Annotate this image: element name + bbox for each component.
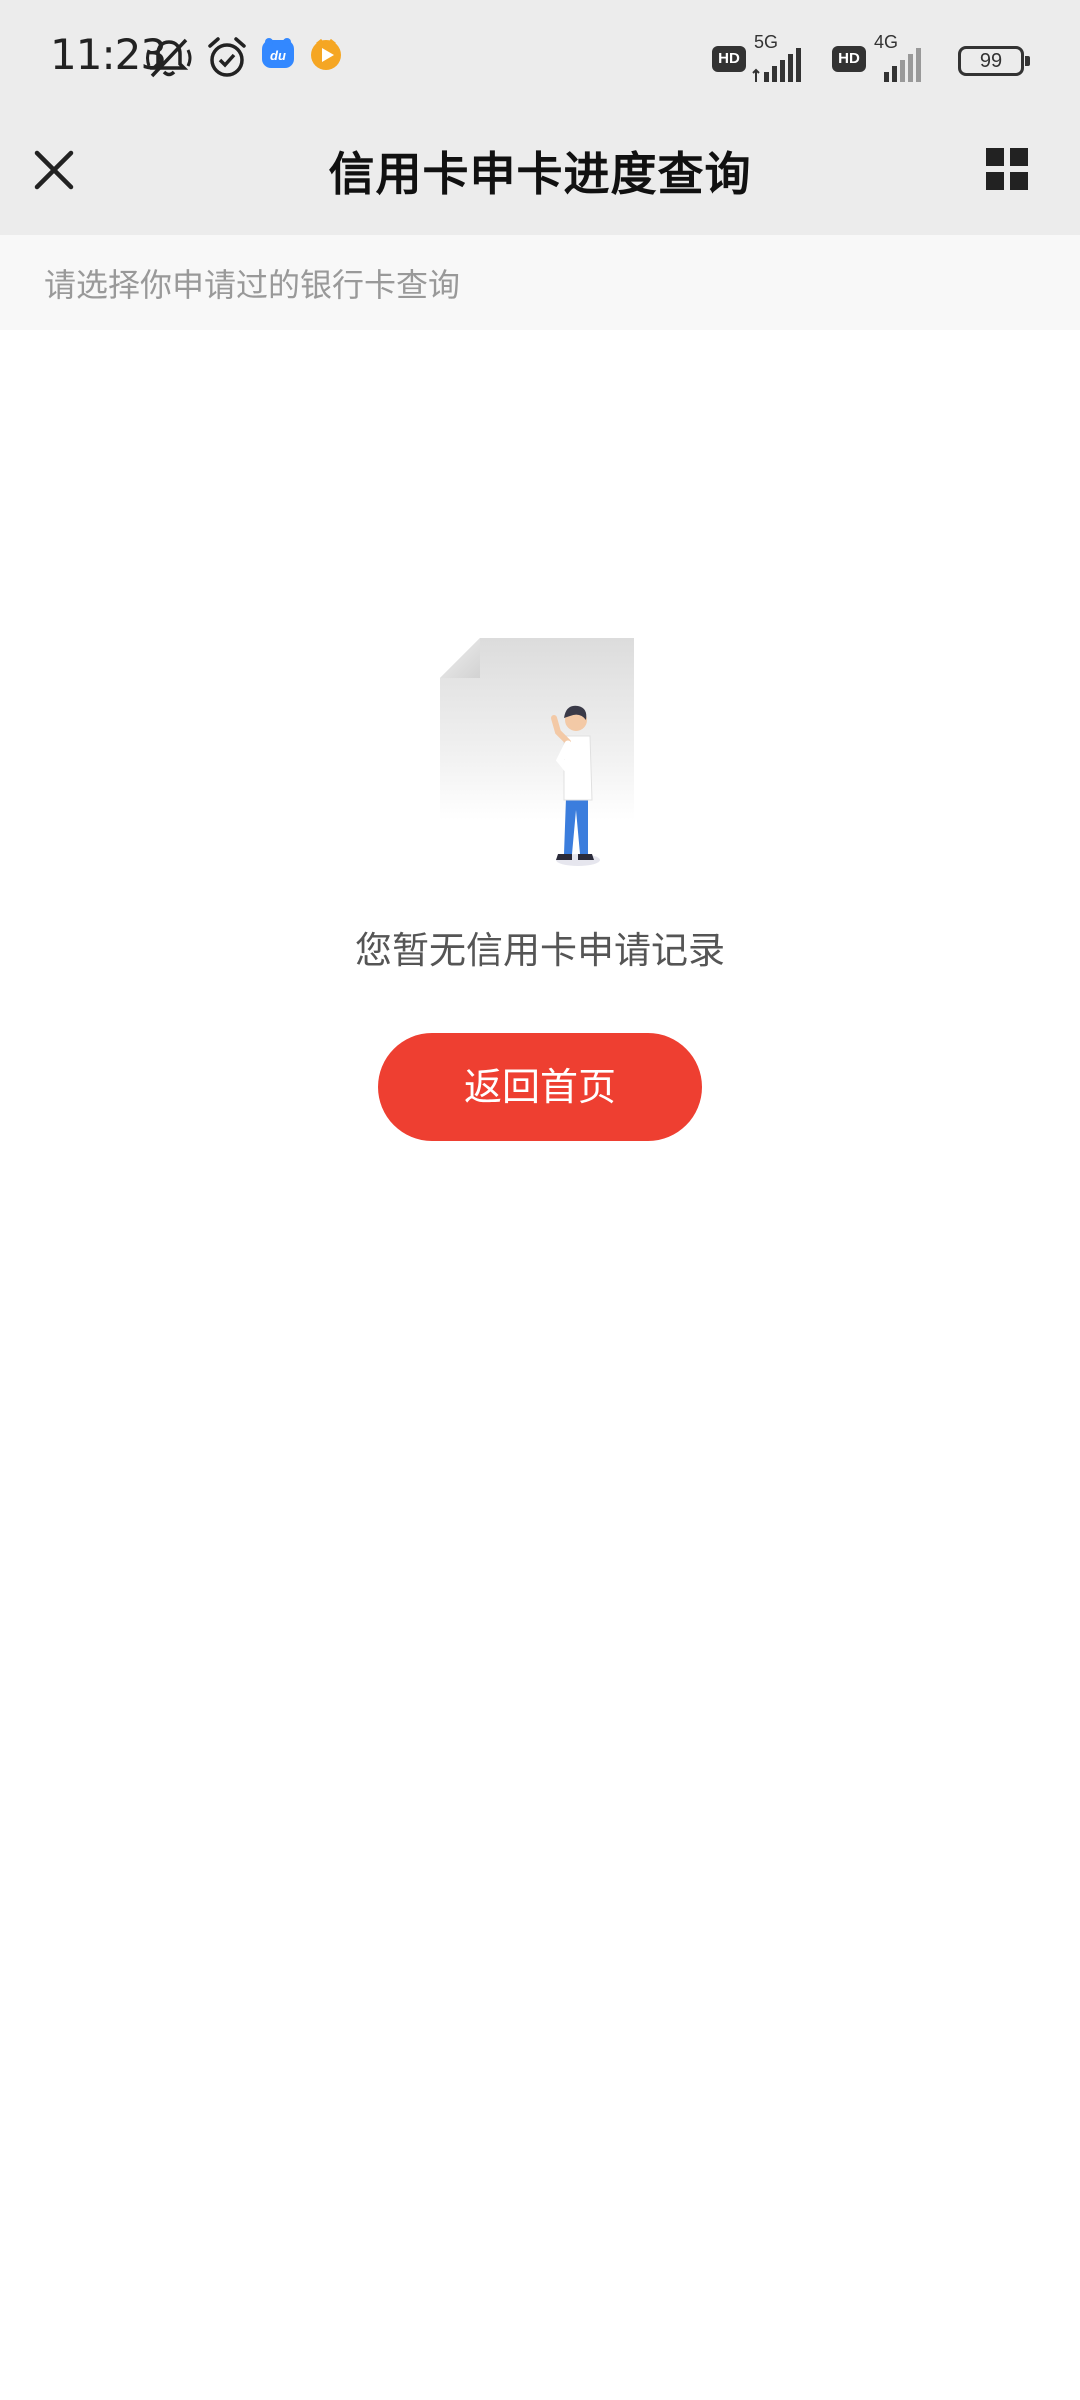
battery-indicator: 99 — [958, 46, 1030, 76]
more-menu-button[interactable] — [984, 146, 1032, 194]
grid-menu-icon — [986, 148, 1028, 190]
status-right-icons: HD 5G HD 4G 99 — [712, 32, 1042, 88]
svg-text:du: du — [270, 48, 286, 63]
subheader: 请选择你申请过的银行卡查询 — [0, 235, 1080, 330]
video-app-icon — [308, 36, 344, 76]
baidu-app-icon: du — [260, 36, 296, 76]
return-home-button[interactable]: 返回首页 — [378, 1033, 702, 1141]
nav-bar: 信用卡申卡进度查询 — [0, 118, 1080, 235]
hd-badge-sim1: HD — [712, 46, 746, 72]
subheader-hint: 请选择你申请过的银行卡查询 — [44, 266, 461, 304]
hd-badge-sim2: HD — [832, 46, 866, 72]
silent-vibrate-icon — [146, 36, 192, 84]
signal-icon-sim1 — [752, 48, 802, 86]
empty-state-illustration — [420, 620, 660, 880]
status-bar: 11:23 du HD 5G HD 4G 99 — [0, 0, 1080, 118]
page-title: 信用卡申卡进度查询 — [328, 147, 752, 201]
alarm-icon — [206, 36, 248, 84]
empty-state-message: 您暂无信用卡申请记录 — [355, 929, 725, 972]
signal-icon-sim2 — [882, 48, 926, 86]
